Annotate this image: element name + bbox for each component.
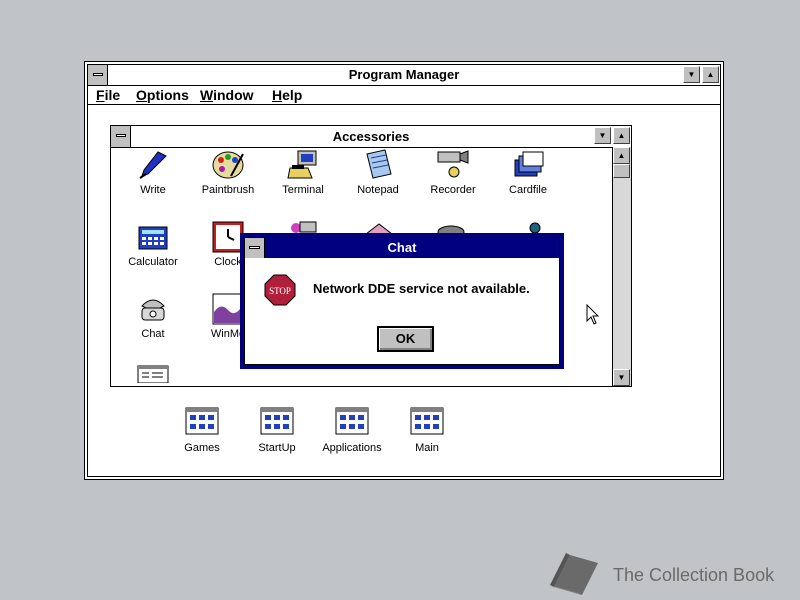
scroll-thumb[interactable] (613, 164, 630, 178)
dialog-message: Network DDE service not available. (313, 281, 530, 296)
write-icon (139, 151, 167, 179)
program-group-icon (185, 407, 219, 435)
group-startup-label: StartUp (258, 442, 296, 454)
cardfile-label: Cardfile (509, 184, 547, 196)
paintbrush-item[interactable]: Paintbrush (188, 148, 268, 196)
maximize-button[interactable]: ▲ (702, 66, 719, 83)
chat-label: Chat (141, 328, 165, 340)
character-map-icon (137, 365, 169, 383)
notepad-icon (366, 149, 392, 179)
dialog-control-menu-icon[interactable] (245, 238, 265, 258)
stop-icon: STOP (264, 274, 296, 306)
menu-options[interactable]: Options (136, 87, 189, 103)
chat-item[interactable]: Chat (113, 292, 193, 340)
paintbrush-label: Paintbrush (201, 184, 255, 196)
control-menu-box-icon[interactable] (88, 65, 108, 85)
cardfile-icon (514, 151, 544, 177)
program-manager-title: Program Manager (348, 67, 460, 82)
group-games-label: Games (184, 442, 220, 454)
dialog-titlebar[interactable]: Chat (245, 238, 559, 258)
accessories-titlebar[interactable]: Accessories ▼ ▲ (111, 126, 631, 148)
group-main[interactable]: Main (387, 406, 467, 454)
mouse-pointer-icon (586, 304, 600, 325)
terminal-item[interactable]: Terminal (263, 148, 343, 196)
accessories-control-menu-icon[interactable] (111, 126, 131, 147)
menu-window[interactable]: Window (200, 87, 254, 103)
dialog-title: Chat (387, 240, 417, 255)
program-group-icon (335, 407, 369, 435)
menu-help[interactable]: Help (272, 87, 302, 103)
watermark-text: The Collection Book (613, 565, 775, 585)
calculator-icon (138, 226, 168, 250)
paintbrush-icon (212, 151, 244, 179)
notepad-item[interactable]: Notepad (338, 148, 418, 196)
group-startup[interactable]: StartUp (237, 406, 317, 454)
minimize-button[interactable]: ▼ (683, 66, 700, 83)
menu-bar: File Options Window Help (88, 86, 720, 105)
stop-icon-text: STOP (269, 286, 291, 296)
program-group-icon (410, 407, 444, 435)
dialog-body: Chat STOP Network DDE service not availa… (244, 237, 560, 365)
cardfile-item[interactable]: Cardfile (488, 148, 568, 196)
terminal-icon (287, 150, 317, 179)
accessories-title: Accessories (332, 129, 410, 144)
chat-icon (141, 299, 165, 321)
accessories-vertical-scrollbar[interactable]: ▲ ▼ (612, 147, 631, 386)
write-item[interactable]: Write (113, 148, 193, 196)
scroll-up-button[interactable]: ▲ (613, 147, 630, 164)
calculator-item[interactable]: Calculator (113, 220, 193, 268)
program-manager-titlebar[interactable]: Program Manager ▼ ▲ (88, 65, 720, 86)
book-icon (550, 553, 598, 595)
object-packager-icon (529, 222, 541, 234)
group-applications[interactable]: Applications (312, 406, 392, 454)
group-games[interactable]: Games (162, 406, 242, 454)
scroll-down-button[interactable]: ▼ (613, 369, 630, 386)
program-group-icon (260, 407, 294, 435)
calculator-label: Calculator (128, 256, 178, 268)
accessories-maximize-button[interactable]: ▲ (613, 127, 630, 144)
menu-file[interactable]: File (96, 87, 120, 103)
write-label: Write (140, 184, 166, 196)
notepad-label: Notepad (357, 184, 399, 196)
group-main-label: Main (415, 442, 439, 454)
group-applications-label: Applications (322, 442, 382, 454)
ok-button[interactable]: OK (377, 326, 434, 352)
accessories-minimize-button[interactable]: ▼ (594, 127, 611, 144)
recorder-label: Recorder (430, 184, 476, 196)
recorder-item[interactable]: Recorder (413, 148, 493, 196)
media-player-icon (291, 221, 317, 233)
recorder-icon (437, 150, 469, 178)
chat-error-dialog: Chat STOP Network DDE service not availa… (240, 233, 564, 369)
terminal-label: Terminal (282, 184, 324, 196)
